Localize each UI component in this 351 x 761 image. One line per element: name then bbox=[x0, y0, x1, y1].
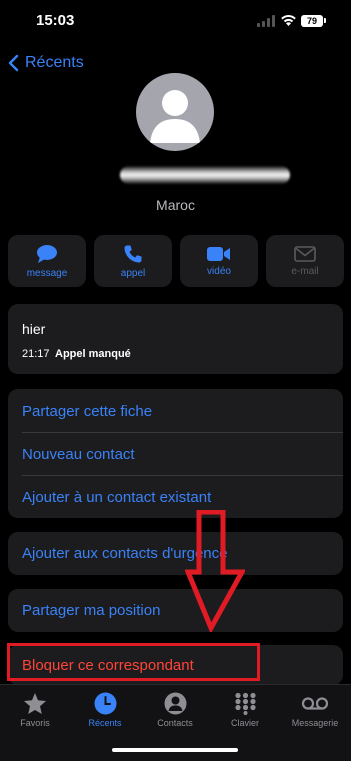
new-contact-button[interactable]: Nouveau contact bbox=[8, 433, 343, 475]
email-label: e-mail bbox=[291, 265, 319, 277]
highlight-box-annotation bbox=[7, 643, 260, 681]
tab-favoris[interactable]: Favoris bbox=[0, 692, 70, 728]
status-time: 15:03 bbox=[36, 12, 75, 29]
arrow-down-annotation bbox=[185, 510, 245, 632]
add-emergency-contact-button[interactable]: Ajouter aux contacts d'urgence bbox=[8, 532, 343, 574]
message-button[interactable]: message bbox=[8, 235, 86, 287]
wifi-icon bbox=[281, 14, 296, 26]
share-location-button[interactable]: Partager ma position bbox=[8, 589, 343, 631]
history-time: 21:17 bbox=[22, 348, 50, 360]
add-to-existing-contact-button[interactable]: Ajouter à un contact existant bbox=[8, 476, 343, 518]
redacted-contact-name bbox=[120, 166, 290, 184]
call-history-card bbox=[8, 304, 343, 374]
keypad-icon bbox=[234, 692, 256, 715]
phone-icon bbox=[124, 245, 142, 262]
email-button[interactable]: e-mail bbox=[266, 235, 344, 287]
tab-recents[interactable]: Récents bbox=[70, 692, 140, 728]
tab-contacts[interactable]: Contacts bbox=[140, 692, 210, 728]
person-circle-icon bbox=[164, 692, 186, 715]
back-label: Récents bbox=[25, 54, 84, 71]
call-button[interactable]: appel bbox=[94, 235, 172, 287]
tab-clavier[interactable]: Clavier bbox=[210, 692, 280, 728]
tab-label: Clavier bbox=[230, 718, 259, 728]
call-label: appel bbox=[120, 267, 146, 279]
message-icon bbox=[37, 244, 57, 263]
avatar bbox=[136, 73, 214, 151]
home-indicator bbox=[112, 748, 238, 752]
contact-country: Maroc bbox=[156, 197, 195, 213]
person-silhouette-icon bbox=[150, 90, 200, 143]
clock-icon bbox=[94, 692, 116, 715]
message-label: message bbox=[26, 267, 68, 279]
back-button[interactable]: Récents bbox=[8, 52, 84, 74]
chevron-left-icon bbox=[8, 54, 19, 72]
share-contact-button[interactable]: Partager cette fiche bbox=[8, 390, 343, 432]
mail-icon bbox=[294, 245, 316, 262]
video-label: vidéo bbox=[207, 265, 231, 277]
video-button[interactable]: vidéo bbox=[180, 235, 258, 287]
battery-tip bbox=[324, 18, 326, 23]
tab-label: Récents bbox=[88, 718, 122, 728]
tab-messagerie[interactable]: Messagerie bbox=[280, 692, 350, 728]
tab-label: Favoris bbox=[20, 718, 50, 728]
tab-label: Contacts bbox=[157, 718, 193, 728]
video-icon bbox=[207, 246, 230, 261]
history-call-type: Appel manqué bbox=[55, 348, 131, 360]
cellular-signal-icon bbox=[257, 15, 275, 27]
star-icon bbox=[24, 693, 46, 714]
voicemail-icon bbox=[301, 697, 329, 710]
history-day: hier bbox=[22, 321, 46, 337]
battery-indicator: 79 bbox=[301, 15, 323, 27]
tab-label: Messagerie bbox=[291, 718, 339, 728]
